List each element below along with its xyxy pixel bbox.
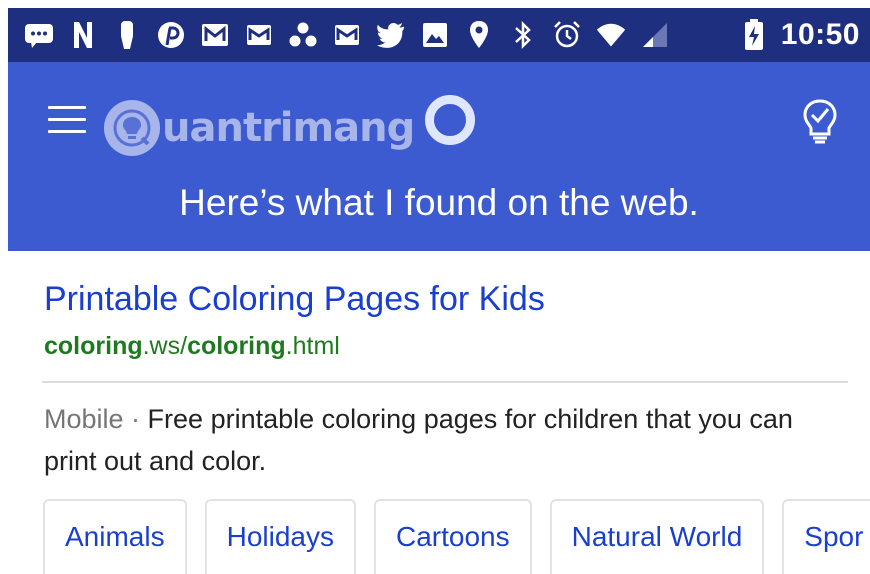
notification-icons — [8, 20, 739, 50]
logo-text: uantrimang — [162, 105, 415, 151]
cell-signal-icon — [640, 20, 670, 50]
category-chips: Animals Holidays Cartoons Natural World … — [43, 499, 870, 574]
team-dots-icon — [288, 20, 318, 50]
chip-cartoons[interactable]: Cartoons — [373, 499, 532, 574]
twitter-icon — [376, 20, 406, 50]
gmail-icon — [244, 20, 274, 50]
status-bar: 10:50 — [8, 8, 870, 62]
bluetooth-icon — [508, 20, 538, 50]
gallery-icon — [420, 20, 450, 50]
snippet-separator: · — [123, 404, 148, 434]
hamburger-menu-button[interactable] — [48, 104, 88, 138]
netflix-n-icon — [68, 20, 98, 50]
chip-holidays[interactable]: Holidays — [204, 499, 356, 574]
lightbulb-logo-icon — [104, 100, 160, 156]
mobile-label: Mobile — [44, 404, 124, 434]
status-right: 10:50 — [739, 18, 870, 52]
location-icon — [464, 20, 494, 50]
alarm-icon — [552, 20, 582, 50]
url-highlight: coloring — [187, 332, 286, 360]
chip-animals[interactable]: Animals — [43, 499, 187, 574]
result-url[interactable]: coloring.ws/coloring.html — [44, 332, 340, 361]
pinterest-icon — [156, 20, 186, 50]
status-time: 10:50 — [780, 18, 860, 51]
message-bubble-icon — [24, 20, 54, 50]
url-text: .html — [285, 332, 340, 360]
result-divider — [42, 381, 848, 383]
url-text: .ws/ — [142, 332, 188, 360]
result-title-link[interactable]: Printable Coloring Pages for Kids — [44, 280, 545, 319]
gmail-icon — [200, 20, 230, 50]
gmail-icon — [332, 20, 362, 50]
quantrimang-watermark-logo: uantrimang — [104, 100, 415, 156]
menu-line — [48, 106, 86, 109]
battery-charging-icon — [739, 19, 769, 50]
result-snippet: Mobile · Free printable coloring pages f… — [44, 398, 844, 482]
wifi-icon — [596, 20, 626, 50]
chip-sports[interactable]: Spor — [782, 499, 870, 574]
url-highlight: coloring — [44, 332, 143, 360]
cortana-header: uantrimang Here’s what I found on the we… — [8, 62, 870, 251]
lightbulb-tips-button[interactable] — [800, 98, 840, 144]
menu-line — [48, 118, 86, 121]
cortana-response-message: Here’s what I found on the web. — [179, 182, 699, 223]
cortana-ring-icon[interactable] — [425, 95, 475, 145]
cortana-web-results-screen: 10:50 uantrimang Here’s what I found on … — [0, 0, 870, 574]
snippet-text: Free printable coloring pages for childr… — [44, 404, 793, 476]
menu-line — [48, 130, 86, 133]
chip-natural-world[interactable]: Natural World — [549, 499, 765, 574]
bluetooth-key-icon — [112, 20, 142, 50]
